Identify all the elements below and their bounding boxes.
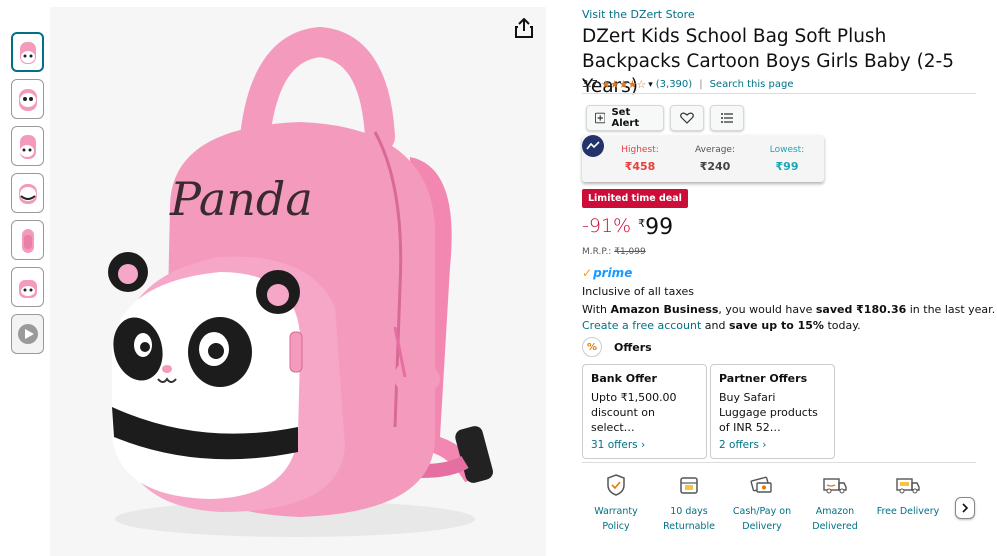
lowest-price: Lowest: ₹99 bbox=[757, 145, 817, 173]
thumbnail-image-2[interactable] bbox=[11, 79, 44, 119]
offer-percent-icon: % bbox=[582, 337, 602, 357]
business-text: With bbox=[582, 303, 611, 316]
prime-check-icon: ✓ bbox=[582, 266, 593, 280]
feature-label: 10 days bbox=[670, 506, 708, 517]
share-button[interactable] bbox=[510, 14, 538, 42]
set-alert-button[interactable]: Set Alert bbox=[586, 105, 664, 131]
prime-badge: ✓ prime bbox=[582, 266, 632, 280]
average-price: Average: ₹240 bbox=[685, 145, 745, 173]
mrp-label: M.R.P.: bbox=[582, 247, 612, 257]
thumbnail-image-5[interactable] bbox=[11, 220, 44, 260]
feature-label: Warranty bbox=[594, 506, 638, 517]
save-percent-text: save up to 15% bbox=[729, 319, 824, 332]
list-button[interactable] bbox=[710, 105, 744, 131]
lowest-label: Lowest: bbox=[769, 145, 805, 155]
thumbnail-image-4[interactable] bbox=[11, 173, 44, 213]
plus-box-icon bbox=[595, 112, 606, 124]
bank-offer-card[interactable]: Bank Offer Upto ₹1,500.00 discount on se… bbox=[582, 364, 707, 459]
highest-label: Highest: bbox=[621, 145, 659, 155]
prime-label: prime bbox=[593, 266, 633, 280]
partner-offer-card[interactable]: Partner Offers Buy Safari Luggage produc… bbox=[710, 364, 835, 459]
divider bbox=[582, 93, 976, 94]
feature-cash-on-delivery[interactable]: Cash/Pay on Delivery bbox=[728, 472, 796, 534]
highest-price: Highest: ₹458 bbox=[610, 145, 670, 173]
offer-description: Upto ₹1,500.00 discount on select… bbox=[591, 391, 677, 434]
store-link[interactable]: Visit the DZert Store bbox=[582, 8, 695, 21]
chevron-right-icon bbox=[962, 503, 969, 513]
discount-percent: -91% bbox=[582, 215, 632, 237]
offer-count-link[interactable]: 31 offers › bbox=[591, 439, 645, 451]
amazon-business-text: Amazon Business bbox=[610, 303, 719, 316]
free-delivery-truck-icon bbox=[895, 472, 921, 498]
set-alert-label: Set Alert bbox=[611, 107, 640, 129]
thumbnail-strip bbox=[11, 32, 44, 361]
list-icon bbox=[721, 113, 733, 123]
average-label: Average: bbox=[695, 145, 735, 155]
feature-warranty[interactable]: Warranty Policy bbox=[582, 472, 650, 534]
tax-note: Inclusive of all taxes bbox=[582, 285, 695, 298]
features-next-button[interactable] bbox=[955, 497, 975, 519]
feature-amazon-delivered[interactable]: Amazon Delivered bbox=[801, 472, 869, 534]
offers-header: % Offers bbox=[582, 337, 652, 357]
feature-label: Amazon bbox=[815, 506, 855, 517]
currency-symbol: ₹ bbox=[638, 217, 646, 230]
mrp: M.R.P.: ₹1,099 bbox=[582, 247, 646, 257]
bag-embroidery-text: Panda bbox=[169, 172, 313, 226]
savings-amount: saved ₹180.36 bbox=[815, 303, 907, 316]
create-account-link[interactable]: Create a free account bbox=[582, 319, 701, 332]
thumbnail-video[interactable] bbox=[11, 314, 44, 354]
offer-title: Partner Offers bbox=[719, 372, 808, 385]
feature-label: Delivered bbox=[812, 521, 858, 532]
feature-label: Cash/Pay on bbox=[732, 506, 792, 517]
offers-heading: Offers bbox=[614, 340, 652, 354]
price-history-box: Highest: ₹458 Average: ₹240 Lowest: ₹99 bbox=[582, 135, 824, 182]
price-row: -91% ₹ 99 bbox=[582, 215, 673, 240]
business-text: and bbox=[701, 319, 729, 332]
separator: | bbox=[699, 79, 703, 90]
feature-label: Delivery bbox=[742, 521, 782, 532]
average-value: ₹240 bbox=[699, 160, 731, 173]
star-rating-icon[interactable]: ★★★★☆ bbox=[601, 78, 646, 91]
heart-icon bbox=[680, 112, 694, 124]
lowest-value: ₹99 bbox=[775, 160, 799, 173]
thumbnail-image-3[interactable] bbox=[11, 126, 44, 166]
cash-icon bbox=[749, 472, 775, 498]
rating-value: 3.7 bbox=[582, 79, 598, 90]
return-box-icon bbox=[676, 472, 702, 498]
business-text: today. bbox=[823, 319, 861, 332]
thumbnail-image-1[interactable] bbox=[11, 32, 44, 72]
divider bbox=[582, 462, 976, 463]
price-tracker-logo-icon bbox=[582, 135, 604, 157]
shield-icon bbox=[603, 472, 629, 498]
highest-value: ₹458 bbox=[624, 160, 656, 173]
offer-count-link[interactable]: 2 offers › bbox=[719, 439, 766, 451]
main-product-image[interactable]: Panda bbox=[50, 7, 546, 556]
chevron-down-icon[interactable]: ▾ bbox=[648, 80, 653, 90]
feature-returnable[interactable]: 10 days Returnable bbox=[655, 472, 723, 534]
delivery-truck-icon bbox=[822, 472, 848, 498]
tracker-buttons: Set Alert bbox=[586, 105, 744, 131]
offer-title: Bank Offer bbox=[591, 372, 657, 385]
mrp-value: ₹1,099 bbox=[614, 247, 646, 257]
business-text: in the last year. bbox=[906, 303, 996, 316]
search-this-page-link[interactable]: Search this page bbox=[710, 79, 794, 90]
business-savings-line: With Amazon Business, you would have sav… bbox=[582, 303, 995, 316]
feature-label: Free Delivery bbox=[876, 506, 940, 517]
share-icon bbox=[515, 18, 533, 38]
rating-row: 3.7 ★★★★☆ ▾ (3,390) | Search this page bbox=[582, 78, 794, 91]
rating-count-link[interactable]: (3,390) bbox=[656, 79, 692, 90]
limited-time-deal-badge: Limited time deal bbox=[582, 189, 688, 208]
thumbnail-image-6[interactable] bbox=[11, 267, 44, 307]
feature-free-delivery[interactable]: Free Delivery bbox=[874, 472, 942, 519]
offer-description: Buy Safari Luggage products of INR 52… bbox=[719, 391, 818, 434]
business-signup-line: Create a free account and save up to 15%… bbox=[582, 319, 861, 332]
feature-label: Policy bbox=[602, 521, 630, 532]
deal-price: 99 bbox=[645, 215, 674, 240]
wishlist-button[interactable] bbox=[670, 105, 704, 131]
business-text: , you would have bbox=[718, 303, 816, 316]
feature-label: Returnable bbox=[663, 521, 715, 532]
